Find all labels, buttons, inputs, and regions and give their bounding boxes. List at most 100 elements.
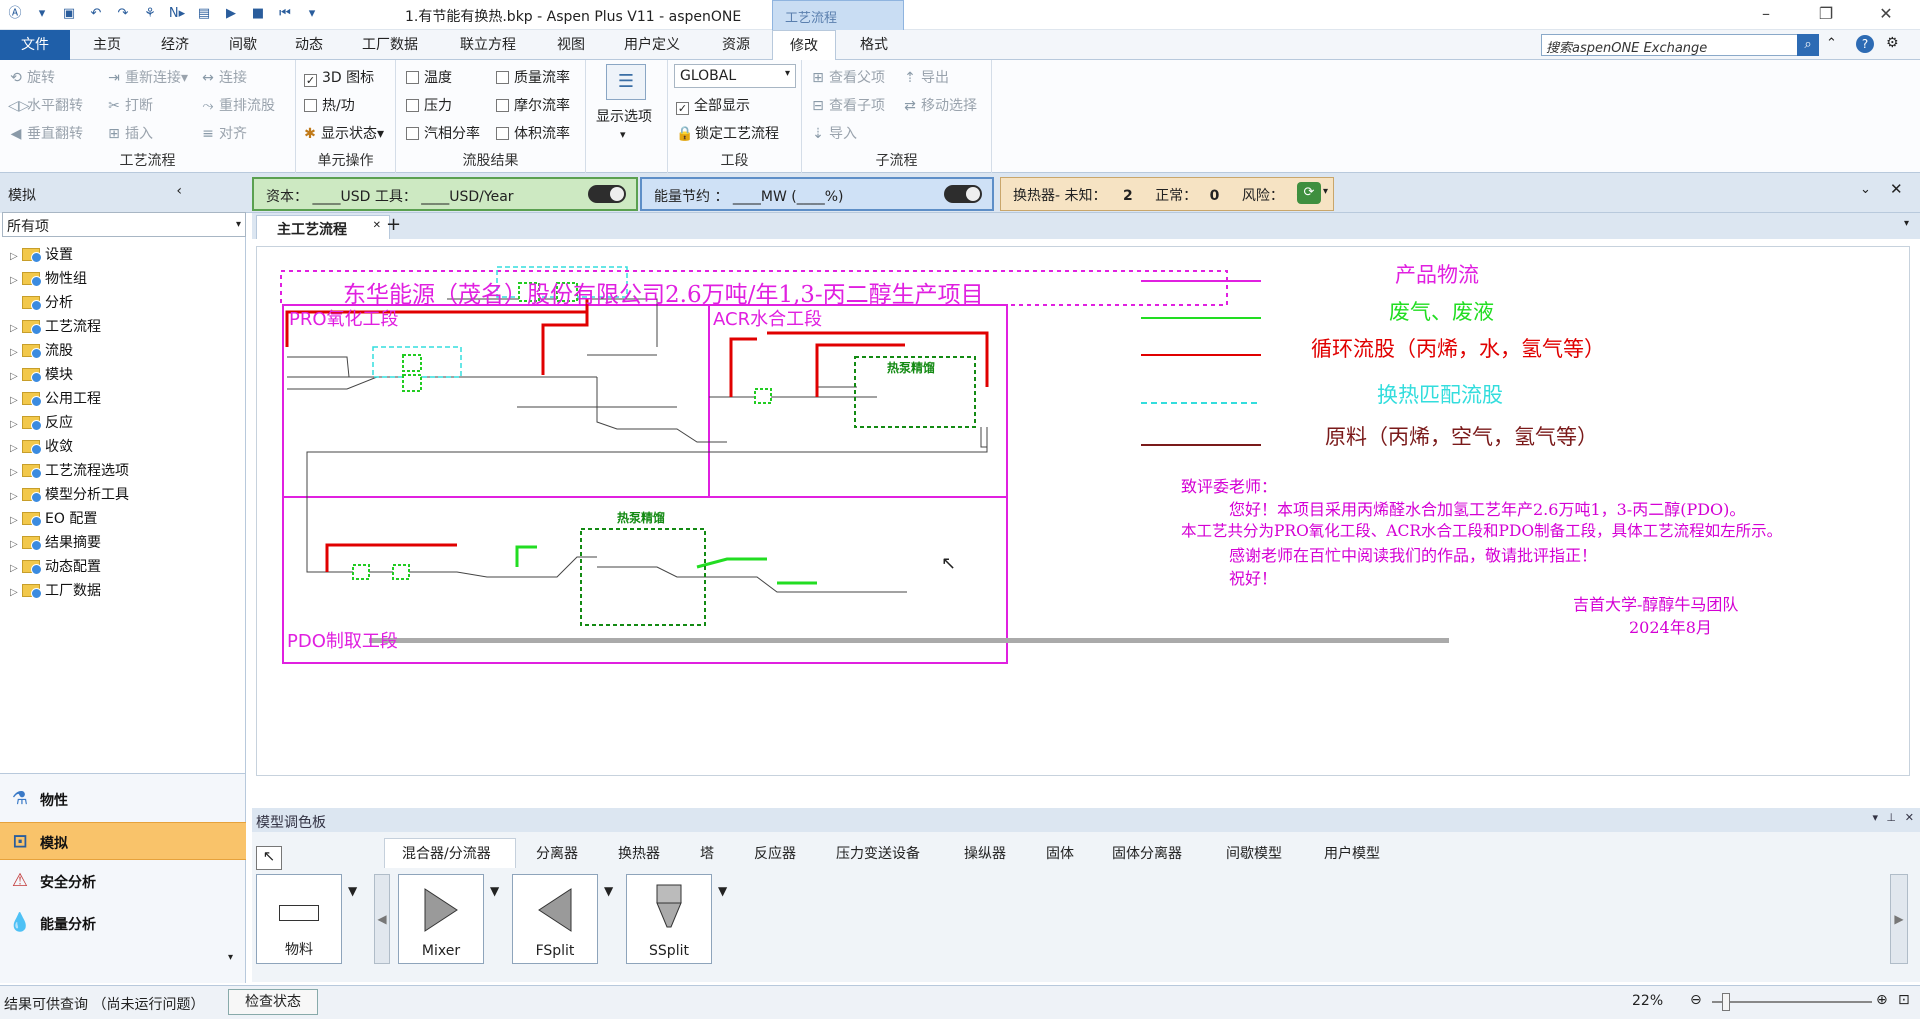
view-parent-button[interactable]: ⊞ 查看父项: [810, 67, 885, 87]
tree-item-convergence[interactable]: ▷ 收敛: [10, 436, 73, 458]
tab-format[interactable]: 格式: [846, 30, 902, 60]
align-button[interactable]: ≡ 对齐: [200, 123, 247, 143]
palette-tile-mixer[interactable]: Mixer: [398, 874, 484, 964]
expand-icon[interactable]: ▷: [10, 587, 22, 598]
tab-file[interactable]: 文件: [0, 30, 70, 60]
reset-icon[interactable]: ⏮: [276, 5, 294, 23]
pin-icon[interactable]: ⊥: [1886, 811, 1896, 824]
save-icon[interactable]: ▣: [60, 5, 78, 23]
chevron-down-icon[interactable]: ▾: [228, 952, 233, 963]
chevron-up-icon[interactable]: ⌃: [1826, 36, 1837, 51]
show-all-checkbox[interactable]: ✓ 全部显示: [676, 95, 750, 115]
mole-flow-checkbox[interactable]: 摩尔流率: [496, 95, 570, 115]
tab-modify[interactable]: 修改: [772, 30, 836, 61]
check-status-button[interactable]: 检查状态: [228, 989, 318, 1015]
next-icon[interactable]: N▸: [168, 5, 186, 23]
tab-main-flowsheet[interactable]: 主工艺流程 ✕: [256, 215, 390, 239]
palette-tile-material[interactable]: 物料: [256, 874, 342, 964]
chevron-down-icon[interactable]: ▼: [490, 884, 499, 898]
flowsheet-canvas[interactable]: 东华能源（茂名）股份有限公司2.6万吨/年1,3-丙二醇生产项目 PRO氧化工段…: [256, 246, 1910, 776]
zoom-out-icon[interactable]: ⊖: [1690, 992, 1702, 1008]
close-icon[interactable]: ✕: [1905, 811, 1914, 824]
minimize-icon[interactable]: –: [1746, 4, 1786, 26]
select-pointer-icon[interactable]: ↖: [256, 846, 282, 870]
zoom-in-icon[interactable]: ⊕: [1876, 992, 1888, 1008]
expand-icon[interactable]: ▷: [10, 491, 22, 502]
tree-item-plant-data[interactable]: ▷ 工厂数据: [10, 580, 101, 602]
tab-customize[interactable]: 用户定义: [610, 30, 694, 60]
tree-item-blocks[interactable]: ▷ 模块: [10, 364, 73, 386]
nav-energy-analysis[interactable]: 💧 能量分析: [0, 904, 246, 942]
insert-button[interactable]: ⊞ 插入: [106, 123, 153, 143]
chevron-down-icon[interactable]: ▾: [1872, 811, 1878, 824]
expand-icon[interactable]: ▷: [10, 275, 22, 286]
close-icon[interactable]: ✕: [373, 220, 381, 231]
reroute-button[interactable]: ⤳ 重排流股: [200, 95, 275, 115]
vapor-fraction-checkbox[interactable]: 汽相分率: [406, 123, 480, 143]
nav-safety-analysis[interactable]: ⚠ 安全分析: [0, 862, 246, 900]
flip-horizontal-button[interactable]: ◁▷水平翻转: [8, 95, 83, 115]
section-select[interactable]: GLOBAL ▾: [674, 64, 796, 88]
palette-tab-manipulators[interactable]: 操纵器: [964, 843, 1006, 863]
palette-tab-solids[interactable]: 固体: [1046, 843, 1074, 863]
expand-icon[interactable]: ▷: [10, 251, 22, 262]
break-button[interactable]: ✂ 打断: [106, 95, 153, 115]
chevron-down-icon[interactable]: ▾: [620, 128, 626, 141]
close-icon[interactable]: ✕: [1890, 180, 1903, 198]
tab-equation-oriented[interactable]: 联立方程: [446, 30, 530, 60]
expand-icon[interactable]: ▷: [10, 371, 22, 382]
temperature-checkbox[interactable]: 温度: [406, 67, 452, 87]
view-child-button[interactable]: ⊟ 查看子项: [810, 95, 885, 115]
volume-flow-checkbox[interactable]: 体积流率: [496, 123, 570, 143]
options-icon[interactable]: ⚙: [1886, 35, 1899, 51]
zoom-slider-thumb[interactable]: [1722, 993, 1730, 1011]
tab-economics[interactable]: 经济: [146, 30, 204, 60]
zoom-slider-track[interactable]: [1712, 1001, 1872, 1003]
palette-tab-separators[interactable]: 分离器: [536, 843, 578, 863]
chevron-down-icon[interactable]: ⌄: [1860, 182, 1871, 197]
palette-tab-batch-models[interactable]: 间歇模型: [1226, 843, 1282, 863]
heat-work-checkbox[interactable]: 热/功: [304, 95, 355, 115]
tree-item-dynamic-config[interactable]: ▷ 动态配置: [10, 556, 101, 578]
tree-item-reactions[interactable]: ▷ 反应: [10, 412, 73, 434]
display-status-button[interactable]: ✱ 显示状态▾: [302, 123, 384, 143]
chevron-down-icon[interactable]: ▼: [348, 884, 357, 898]
move-selection-button[interactable]: ⇄ 移动选择: [902, 95, 977, 115]
tree-item-results-summary[interactable]: ▷ 结果摘要: [10, 532, 101, 554]
tree-item-flowsheet-options[interactable]: ▷ 工艺流程选项: [10, 460, 129, 482]
chevron-down-icon[interactable]: ▼: [604, 884, 613, 898]
connect-button[interactable]: ↔ 连接: [200, 67, 247, 87]
palette-tab-mixers[interactable]: 混合器/分流器: [402, 843, 491, 863]
horizontal-scrollbar[interactable]: [369, 638, 1449, 643]
run-icon[interactable]: ▶: [222, 5, 240, 23]
tab-dynamics[interactable]: 动态: [280, 30, 338, 60]
flip-vertical-button[interactable]: ◀ 垂直翻转: [8, 123, 83, 143]
search-icon[interactable]: ⌕: [1797, 34, 1819, 56]
palette-tile-fsplit[interactable]: FSplit: [512, 874, 598, 964]
expand-icon[interactable]: ▷: [10, 323, 22, 334]
tab-home[interactable]: 主页: [78, 30, 136, 60]
palette-tab-pressure-changers[interactable]: 压力变送设备: [836, 843, 920, 863]
close-icon[interactable]: ✕: [1866, 4, 1906, 26]
tree-item-property-sets[interactable]: ▷ 物性组: [10, 268, 87, 290]
palette-tab-columns[interactable]: 塔: [700, 843, 714, 863]
expand-icon[interactable]: ▷: [10, 515, 22, 526]
palette-tab-reactors[interactable]: 反应器: [754, 843, 796, 863]
tree-item-utilities[interactable]: ▷ 公用工程: [10, 388, 101, 410]
expand-icon[interactable]: ▷: [10, 419, 22, 430]
redo-icon[interactable]: ↷: [114, 5, 132, 23]
tree-item-model-analysis[interactable]: ▷ 模型分析工具: [10, 484, 129, 506]
aspen-logo-icon[interactable]: Ⓐ: [6, 5, 24, 23]
tree-item-flowsheet[interactable]: ▷ 工艺流程: [10, 316, 101, 338]
rotate-button[interactable]: ⟲ 旋转: [8, 67, 55, 87]
tree-item-streams[interactable]: ▷ 流股: [10, 340, 73, 362]
chevron-down-icon[interactable]: ▾: [1323, 186, 1328, 197]
palette-scroll-right-icon[interactable]: ▶: [1890, 874, 1908, 964]
3d-icons-checkbox[interactable]: ✓ 3D 图标: [304, 67, 374, 87]
fit-view-icon[interactable]: ⊡: [1898, 992, 1910, 1008]
import-button[interactable]: ⇣ 导入: [810, 123, 857, 143]
arrow-down-icon[interactable]: ▾: [33, 5, 51, 23]
cost-toggle[interactable]: [588, 185, 626, 203]
palette-tab-exchangers[interactable]: 换热器: [618, 843, 660, 863]
collapse-icon[interactable]: ‹: [176, 183, 182, 199]
